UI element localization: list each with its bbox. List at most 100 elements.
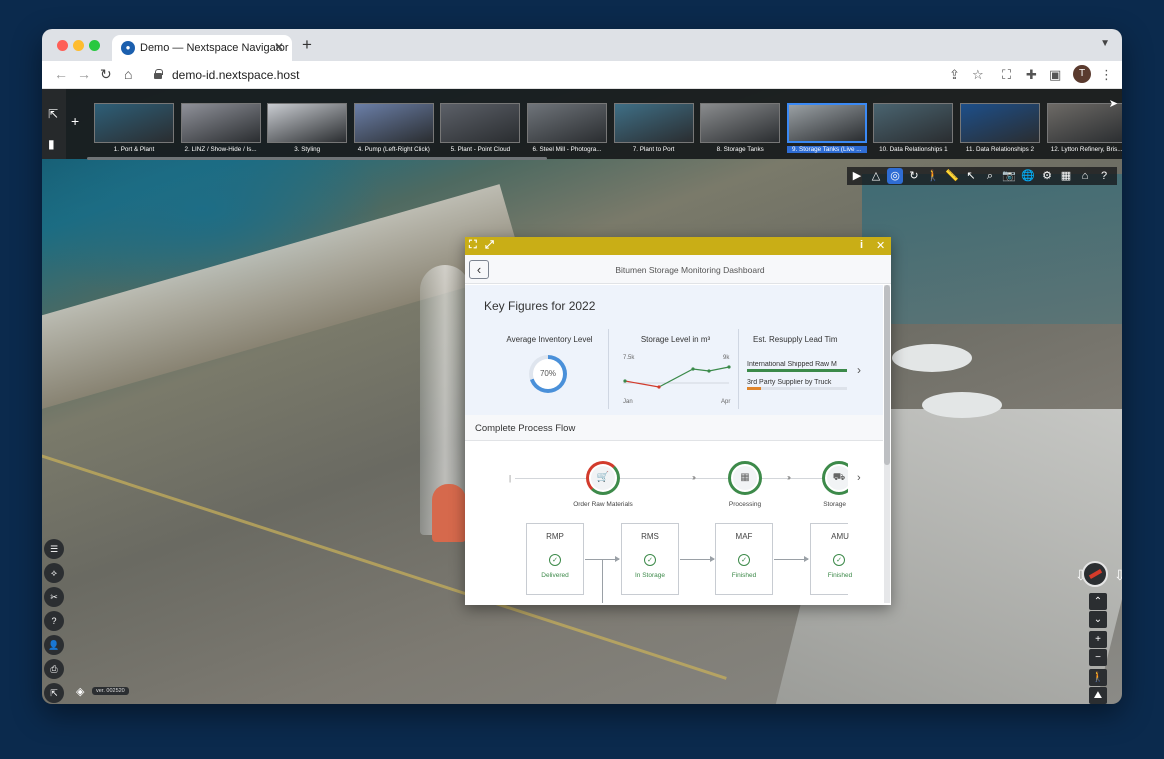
walk-mode-icon[interactable]: 🚶 (1089, 669, 1107, 686)
map-view-icon[interactable]: ⛰ (1089, 687, 1107, 704)
home-icon[interactable]: ⌂ (124, 66, 132, 82)
extensions-icon[interactable]: ✚ (1026, 67, 1037, 83)
storage-end-month: Apr (721, 399, 731, 405)
node-rms[interactable]: RMS ✓ In Storage (621, 523, 679, 595)
tilt-down-icon[interactable]: ⌄ (1089, 611, 1107, 628)
sidepanel-icon[interactable]: ▣ (1049, 67, 1061, 83)
panel-fullscreen-icon[interactable]: ⛶ (469, 239, 477, 252)
pedestrian-icon[interactable]: 🚶 (925, 168, 941, 184)
panel-expand-icon[interactable]: ⤢ (485, 239, 494, 252)
scene-thumbnail[interactable]: 5. Plant - Point Cloud (440, 103, 521, 155)
grid-icon[interactable]: ▦ (1058, 168, 1074, 184)
resupply-bar-label: International Shipped Raw M (747, 361, 837, 368)
tab-list-chevron-icon[interactable]: ▼ (1100, 38, 1110, 49)
help-circle-icon[interactable]: ? (44, 611, 64, 631)
maximize-window-button[interactable] (89, 40, 100, 51)
reload-icon[interactable]: ↻ (100, 66, 112, 83)
layers-globe-icon[interactable]: ◎ (887, 168, 903, 184)
flow-start-marker: | (509, 474, 512, 483)
scene-thumbnail[interactable]: 9. Storage Tanks (Live ... (786, 103, 867, 155)
navigate-arrow-icon[interactable]: ➤ (1109, 97, 1118, 110)
kpi-card-resupply[interactable]: Est. Resupply Lead Tim International Shi… (739, 329, 849, 409)
add-scene-button[interactable]: + (71, 113, 79, 129)
menu-icon[interactable]: ☰ (44, 539, 64, 559)
external-link-icon[interactable]: ⇱ (48, 107, 58, 121)
profile-avatar[interactable]: T (1073, 65, 1091, 83)
inventory-donut: 70% (529, 355, 567, 393)
zoom-out-icon[interactable]: − (1089, 649, 1107, 666)
inventory-percent: 70% (533, 359, 563, 389)
scene-thumbnail[interactable]: 8. Storage Tanks (700, 103, 781, 155)
node-status: In Storage (635, 572, 665, 579)
node-maf[interactable]: MAF ✓ Finished (715, 523, 773, 595)
compass[interactable] (1082, 561, 1108, 587)
browser-tab[interactable]: ● Demo — Nextspace Navigator ✕ (112, 35, 292, 61)
flow-next-chevron-icon[interactable]: › (857, 472, 861, 484)
process-flow-header: Complete Process Flow (465, 415, 883, 441)
kpi-card-inventory[interactable]: Average Inventory Level 70% (491, 329, 609, 409)
print-icon[interactable]: ⎙ (44, 659, 64, 679)
panel-info-icon[interactable]: i (860, 239, 863, 251)
sparkline-decline (624, 380, 660, 388)
scene-thumbnail[interactable]: 3. Styling (267, 103, 348, 155)
scene-thumbnail[interactable]: 10. Data Relationships 1 (873, 103, 954, 155)
node-rmp[interactable]: RMP ✓ Delivered (526, 523, 584, 595)
home-view-icon[interactable]: ⌂ (1077, 168, 1093, 184)
map-tank-highlight[interactable] (432, 484, 466, 542)
screenshot-icon[interactable]: ⛶ (1002, 67, 1011, 83)
help-icon[interactable]: ? (1096, 168, 1112, 184)
layers-icon[interactable]: ◈ (76, 685, 84, 698)
browser-menu-icon[interactable]: ⋮ (1100, 67, 1113, 83)
flow-line (515, 478, 845, 479)
lock-icon (154, 69, 163, 79)
zoom-icon[interactable]: ⌕ (982, 168, 998, 184)
scene-thumbnail[interactable]: 2. LINZ / Show-Hide / Is... (180, 103, 261, 155)
walk-right-icon[interactable]: ⇩ (1114, 567, 1122, 584)
scene-thumbnail[interactable]: 4. Pump (Left-Right Click) (353, 103, 434, 155)
measure-icon[interactable]: 📏 (944, 168, 960, 184)
address-bar[interactable]: demo-id.nextspace.host (148, 64, 988, 86)
share-nodes-icon[interactable]: ⟡ (44, 563, 64, 583)
globe-icon[interactable]: 🌐 (1020, 168, 1036, 184)
back-arrow-icon[interactable]: ← (54, 66, 68, 82)
panel-scrollbar-thumb[interactable] (884, 285, 890, 465)
scene-thumbnail[interactable]: 7. Plant to Port (613, 103, 694, 155)
tab-close-icon[interactable]: ✕ (274, 40, 284, 54)
export-icon[interactable]: ⇱ (44, 683, 64, 703)
bookmark-icon[interactable]: ▮ (48, 137, 55, 151)
share-icon[interactable]: ⇪ (949, 67, 960, 83)
tools-icon[interactable]: ✂ (44, 587, 64, 607)
step-order-raw-materials[interactable]: 🛒 (586, 461, 620, 495)
storage-end-value: 9k (723, 355, 730, 361)
bookmark-star-icon[interactable]: ☆ (972, 67, 984, 83)
panel-close-icon[interactable]: ✕ (876, 239, 885, 252)
pointer-icon[interactable]: ↖ (963, 168, 979, 184)
rotate-icon[interactable]: ↻ (906, 168, 922, 184)
camera-icon[interactable]: 📷 (1001, 168, 1017, 184)
play-icon[interactable]: ▶ (849, 168, 865, 184)
forward-arrow-icon[interactable]: → (77, 66, 91, 82)
check-circle-icon: ✓ (549, 554, 561, 566)
tilt-up-icon[interactable]: ⌃ (1089, 593, 1107, 610)
step-processing[interactable]: ▦ (728, 461, 762, 495)
new-tab-button[interactable]: + (302, 35, 312, 55)
kpi-next-chevron-icon[interactable]: › (857, 363, 861, 377)
settings-gear-icon[interactable]: ⚙ (1039, 168, 1055, 184)
node-amu[interactable]: AMU ✓ Finished (810, 523, 852, 595)
panel-titlebar[interactable]: ⛶ ⤢ i ✕ (465, 237, 891, 255)
kpi-storage-title: Storage Level in m³ (640, 335, 711, 344)
scene-thumbnail[interactable]: 1. Port & Plant (94, 103, 174, 155)
zoom-in-icon[interactable]: + (1089, 631, 1107, 648)
scene-thumbnail[interactable]: 12. Lytton Refinery, Bris... (1046, 103, 1122, 155)
close-window-button[interactable] (57, 40, 68, 51)
terrain-icon[interactable]: △ (868, 168, 884, 184)
scene-strip-scrollbar[interactable] (87, 157, 547, 160)
resupply-bar-track (747, 369, 847, 372)
map-viewport[interactable]: ⇱ ▮ + 1. Port & Plant 2. LINZ / Show-Hide… (42, 89, 1122, 704)
kpi-card-storage[interactable]: Storage Level in m³ 7.5k 9k Jan Apr (613, 329, 739, 409)
scene-thumbnail[interactable]: 11. Data Relationships 2 (960, 103, 1040, 155)
minimize-window-button[interactable] (73, 40, 84, 51)
user-icon[interactable]: 👤 (44, 635, 64, 655)
browser-window: ● Demo — Nextspace Navigator ✕ + ▼ ← → ↻… (42, 29, 1122, 704)
scene-thumbnail[interactable]: 6. Steel Mill - Photogra... (527, 103, 607, 155)
